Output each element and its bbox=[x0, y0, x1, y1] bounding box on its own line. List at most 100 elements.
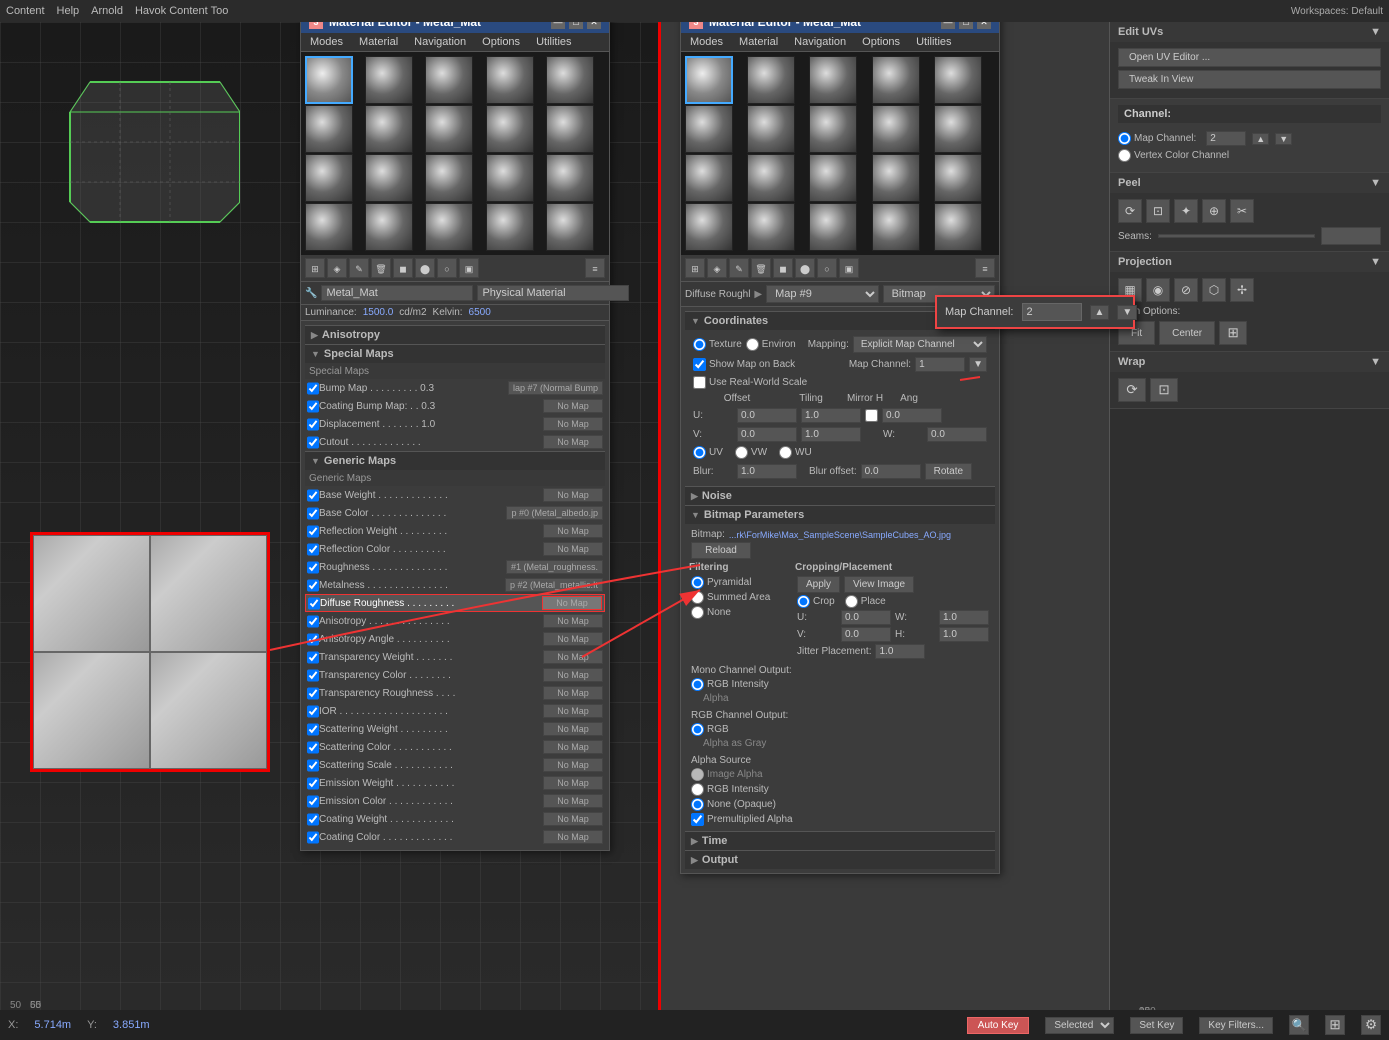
sphere-12[interactable] bbox=[365, 154, 413, 202]
premultiplied-check[interactable] bbox=[691, 813, 704, 826]
open-uv-editor-btn[interactable]: Open UV Editor ... bbox=[1118, 48, 1381, 67]
place-radio[interactable] bbox=[845, 595, 858, 608]
bitmap-params-header[interactable]: ▼ Bitmap Parameters bbox=[685, 505, 995, 524]
menu-modes-right[interactable]: Modes bbox=[687, 35, 726, 49]
peel-icon-5[interactable]: ✂ bbox=[1230, 199, 1254, 223]
image-alpha-radio[interactable] bbox=[691, 768, 704, 781]
proj-icon-5[interactable]: ✢ bbox=[1230, 278, 1254, 302]
output-section-header[interactable]: ▶ Output bbox=[685, 850, 995, 869]
settings-icon-btn[interactable]: ⚙ bbox=[1361, 1015, 1381, 1035]
refl-color-check[interactable] bbox=[307, 543, 319, 556]
coating-bump-check[interactable] bbox=[307, 400, 319, 413]
sphere-8[interactable] bbox=[425, 105, 473, 153]
rtb-btn-2[interactable]: ◈ bbox=[707, 258, 727, 278]
real-world-check[interactable] bbox=[693, 376, 706, 389]
base-color-btn[interactable]: p #0 (Metal_albedo.jp bbox=[506, 506, 603, 520]
scatter-color-check[interactable] bbox=[307, 741, 319, 754]
sphere-6[interactable] bbox=[305, 105, 353, 153]
menu-utilities-right[interactable]: Utilities bbox=[913, 35, 954, 49]
anisotropy-angle-btn[interactable]: No Map bbox=[543, 632, 603, 646]
rgb-radio[interactable] bbox=[691, 723, 704, 736]
rtb-btn-8[interactable]: ▣ bbox=[839, 258, 859, 278]
rsphere-4[interactable] bbox=[872, 56, 920, 104]
peel-icon-4[interactable]: ⊕ bbox=[1202, 199, 1226, 223]
rsphere-8[interactable] bbox=[809, 105, 857, 153]
menu-havok[interactable]: Havok Content Too bbox=[135, 5, 228, 17]
base-weight-check[interactable] bbox=[307, 489, 319, 502]
ior-btn[interactable]: No Map bbox=[543, 704, 603, 718]
view-image-btn[interactable]: View Image bbox=[844, 576, 914, 593]
rsphere-20[interactable] bbox=[934, 203, 982, 251]
wrap-header[interactable]: Wrap ▼ bbox=[1110, 352, 1389, 372]
anisotropy-section[interactable]: ▶ Anisotropy bbox=[305, 325, 605, 344]
tb-btn-5[interactable]: ◼ bbox=[393, 258, 413, 278]
coating-color-check[interactable] bbox=[307, 831, 319, 844]
none-opaque-radio[interactable] bbox=[691, 798, 704, 811]
sphere-20[interactable] bbox=[546, 203, 594, 251]
vertex-color-radio[interactable] bbox=[1118, 149, 1131, 162]
menu-navigation-left[interactable]: Navigation bbox=[411, 35, 469, 49]
cp-h-input[interactable] bbox=[939, 627, 989, 642]
wrap-icon-2[interactable]: ⊡ bbox=[1150, 378, 1178, 402]
rsphere-1[interactable] bbox=[685, 56, 733, 104]
rsphere-5[interactable] bbox=[934, 56, 982, 104]
rgb-intensity-alpha-radio[interactable] bbox=[691, 783, 704, 796]
proj-icon-4[interactable]: ⬡ bbox=[1202, 278, 1226, 302]
u-tiling-input[interactable] bbox=[801, 408, 861, 423]
menu-options-right[interactable]: Options bbox=[859, 35, 903, 49]
tweak-in-view-btn[interactable]: Tweak In View bbox=[1118, 70, 1381, 89]
roughness-check[interactable] bbox=[307, 561, 319, 574]
sphere-1[interactable] bbox=[305, 56, 353, 104]
tb-btn-3[interactable]: ✎ bbox=[349, 258, 369, 278]
summed-area-radio[interactable] bbox=[691, 591, 704, 604]
blur-input[interactable] bbox=[737, 464, 797, 479]
rtb-options[interactable]: ≡ bbox=[975, 258, 995, 278]
rsphere-10[interactable] bbox=[934, 105, 982, 153]
rtb-btn-7[interactable]: ○ bbox=[817, 258, 837, 278]
menu-material-right[interactable]: Material bbox=[736, 35, 781, 49]
rtb-btn-3[interactable]: ✎ bbox=[729, 258, 749, 278]
proj-icon-3[interactable]: ⊘ bbox=[1174, 278, 1198, 302]
scatter-weight-btn[interactable]: No Map bbox=[543, 722, 603, 736]
pyramidal-radio[interactable] bbox=[691, 576, 704, 589]
sphere-2[interactable] bbox=[365, 56, 413, 104]
rsphere-3[interactable] bbox=[809, 56, 857, 104]
coating-color-btn[interactable]: No Map bbox=[543, 830, 603, 844]
emission-color-check[interactable] bbox=[307, 795, 319, 808]
sphere-3[interactable] bbox=[425, 56, 473, 104]
map-channel-spinup[interactable]: ▲ bbox=[1252, 133, 1269, 145]
map-channel-radio[interactable] bbox=[1118, 132, 1131, 145]
coating-weight-btn[interactable]: No Map bbox=[543, 812, 603, 826]
proj-extra-btn[interactable]: ⊞ bbox=[1219, 321, 1247, 345]
sphere-5[interactable] bbox=[546, 56, 594, 104]
special-maps-section[interactable]: ▼ Special Maps bbox=[305, 344, 605, 363]
rsphere-18[interactable] bbox=[809, 203, 857, 251]
rsphere-7[interactable] bbox=[747, 105, 795, 153]
workspaces-dropdown[interactable]: Workspaces: Default bbox=[1291, 6, 1383, 17]
tb-btn-8[interactable]: ▣ bbox=[459, 258, 479, 278]
tb-btn-7[interactable]: ○ bbox=[437, 258, 457, 278]
map-channel-dropdown-btn[interactable]: ▼ bbox=[969, 357, 987, 372]
map-number-select[interactable]: Map #9 bbox=[766, 285, 878, 303]
sphere-16[interactable] bbox=[305, 203, 353, 251]
menu-options-left[interactable]: Options bbox=[479, 35, 523, 49]
scatter-scale-check[interactable] bbox=[307, 759, 319, 772]
rtb-btn-4[interactable]: 🗑 bbox=[751, 258, 771, 278]
trans-weight-btn[interactable]: No Map bbox=[543, 650, 603, 664]
rsphere-12[interactable] bbox=[747, 154, 795, 202]
u-mirror-check[interactable] bbox=[865, 409, 878, 422]
sphere-19[interactable] bbox=[486, 203, 534, 251]
mat-name-input[interactable] bbox=[321, 285, 473, 301]
trans-color-check[interactable] bbox=[307, 669, 319, 682]
peel-icon-3[interactable]: ✦ bbox=[1174, 199, 1198, 223]
sphere-11[interactable] bbox=[305, 154, 353, 202]
proj-icon-2[interactable]: ◉ bbox=[1146, 278, 1170, 302]
menu-content[interactable]: Content bbox=[6, 5, 45, 17]
rotate-btn[interactable]: Rotate bbox=[925, 463, 972, 480]
coating-weight-check[interactable] bbox=[307, 813, 319, 826]
mat-type-input[interactable] bbox=[477, 285, 629, 301]
edit-uvs-header[interactable]: Edit UVs ▼ bbox=[1110, 22, 1389, 42]
sphere-9[interactable] bbox=[486, 105, 534, 153]
key-filters-btn[interactable]: Key Filters... bbox=[1199, 1017, 1273, 1034]
scatter-weight-check[interactable] bbox=[307, 723, 319, 736]
